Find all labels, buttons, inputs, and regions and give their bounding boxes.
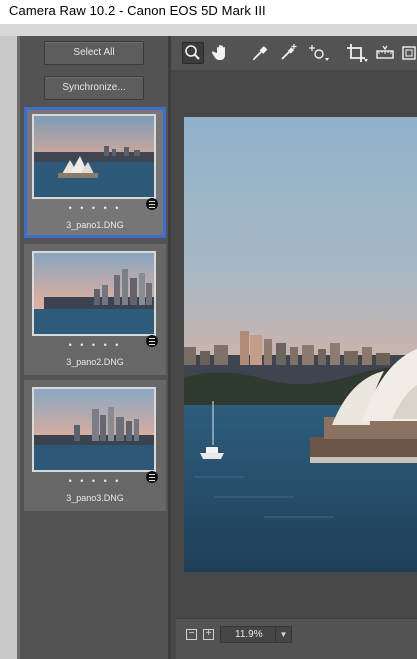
- zoom-in-button[interactable]: +: [203, 629, 214, 640]
- title-bar-border: [0, 24, 417, 36]
- title-bar: Camera Raw 10.2 - Canon EOS 5D Mark III: [0, 0, 417, 24]
- straighten-tool-icon[interactable]: [374, 42, 396, 64]
- panel-divider[interactable]: [168, 36, 171, 659]
- filmstrip-item[interactable]: • • • • • 3_pano3.DNG: [24, 380, 166, 511]
- adjustments-badge-icon: [146, 335, 158, 347]
- chevron-down-icon[interactable]: ▼: [275, 627, 291, 642]
- status-bar: − + 11.9% ▼: [176, 618, 417, 659]
- transform-tool-icon[interactable]: [400, 42, 417, 64]
- zoom-level-select[interactable]: 11.9% ▼: [220, 626, 292, 643]
- thumbnail-image: [32, 114, 156, 199]
- filmstrip-item[interactable]: • • • • • 3_pano1.DNG: [24, 107, 166, 238]
- crop-tool-icon[interactable]: [345, 42, 368, 64]
- filename-label: 3_pano3.DNG: [66, 493, 124, 503]
- star-rating[interactable]: • • • • •: [24, 203, 166, 213]
- adjustments-badge-icon: [146, 471, 158, 483]
- select-all-button[interactable]: Select All: [44, 41, 144, 65]
- filename-label: 3_pano2.DNG: [66, 357, 124, 367]
- synchronize-button[interactable]: Synchronize...: [44, 76, 144, 100]
- filename-label: 3_pano1.DNG: [66, 220, 124, 230]
- adjustments-badge-icon: [146, 198, 158, 210]
- window-edge: [0, 36, 17, 659]
- star-rating[interactable]: • • • • •: [24, 476, 166, 486]
- color-sampler-icon[interactable]: [277, 42, 299, 64]
- targeted-adjustment-icon[interactable]: [307, 42, 329, 64]
- window-title: Camera Raw 10.2 - Canon EOS 5D Mark III: [9, 3, 266, 18]
- filmstrip-panel: Select All Synchronize... • • • • • 3_pa…: [20, 36, 170, 659]
- white-balance-icon[interactable]: [249, 42, 271, 64]
- zoom-out-button[interactable]: −: [186, 629, 197, 640]
- zoom-level-value: 11.9%: [235, 629, 263, 640]
- star-rating[interactable]: • • • • •: [24, 340, 166, 350]
- tool-bar: [171, 36, 417, 70]
- hand-tool-icon[interactable]: [211, 42, 233, 64]
- zoom-tool-icon[interactable]: [182, 42, 204, 64]
- filmstrip-item[interactable]: • • • • • 3_pano2.DNG: [24, 244, 166, 375]
- preview-image[interactable]: [184, 117, 417, 572]
- thumbnail-image: [32, 251, 156, 336]
- thumbnail-image: [32, 387, 156, 472]
